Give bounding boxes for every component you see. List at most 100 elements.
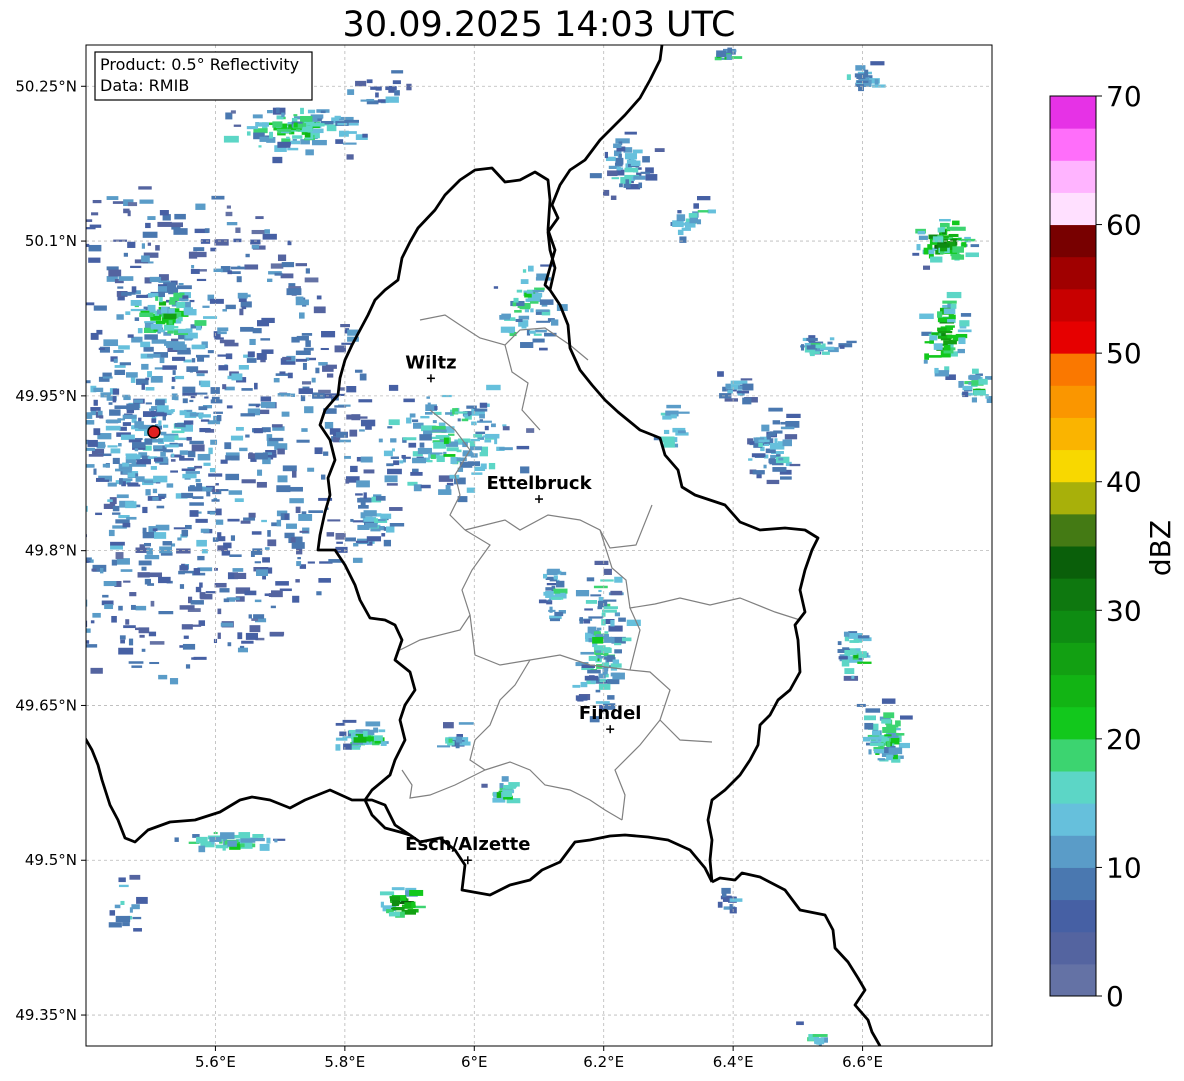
echo-cell — [350, 518, 354, 522]
echo-cell — [129, 874, 141, 880]
echo-cell — [103, 580, 117, 587]
echo-cell — [36, 494, 39, 496]
echo-cell — [112, 201, 124, 204]
echo-cell — [877, 758, 886, 761]
echo-cell — [119, 426, 127, 431]
echo-cell — [125, 372, 138, 378]
echo-cell — [139, 312, 154, 317]
echo-cell — [869, 736, 882, 740]
echo-cell — [32, 272, 44, 276]
echo-cell — [255, 216, 264, 220]
echo-cell — [264, 229, 270, 234]
echo-cell — [484, 439, 492, 443]
echo-cell — [380, 901, 384, 908]
echo-cell — [772, 467, 787, 472]
echo-cell — [24, 373, 38, 378]
colorbar-tick-label: 70 — [1106, 80, 1142, 113]
echo-cell — [130, 604, 136, 610]
lat-tick-label: 49.95°N — [15, 387, 77, 405]
echo-cell — [358, 399, 373, 403]
echo-cell — [19, 474, 29, 477]
echo-cell — [610, 620, 615, 627]
echo-cell — [69, 330, 72, 332]
echo-cell — [474, 466, 486, 471]
echo-cell — [508, 330, 515, 334]
echo-cell — [218, 536, 226, 542]
echo-cell — [120, 639, 126, 644]
echo-cell — [633, 175, 646, 180]
echo-cell — [81, 345, 86, 351]
echo-cell — [77, 368, 83, 371]
echo-cell — [108, 529, 115, 537]
colorbar-swatch — [1050, 513, 1096, 547]
echo-cell — [971, 397, 978, 403]
echo-cell — [602, 609, 617, 613]
echo-cell — [52, 317, 61, 321]
echo-cell — [536, 273, 547, 278]
echo-cell — [727, 390, 733, 394]
echo-cell — [660, 436, 675, 443]
echo-cell — [244, 843, 253, 849]
echo-cell — [114, 904, 121, 909]
echo-cell — [217, 327, 229, 332]
echo-cell — [250, 550, 255, 557]
echo-cell — [45, 498, 57, 502]
echo-cell — [520, 342, 534, 348]
echo-cell — [286, 288, 302, 296]
echo-cell — [69, 462, 78, 465]
echo-cell — [215, 519, 224, 525]
echo-cell — [267, 110, 273, 114]
echo-cell — [156, 505, 165, 509]
echo-cell — [147, 371, 153, 378]
echo-cell — [305, 268, 310, 274]
echo-cell — [343, 743, 352, 750]
echo-cell — [758, 439, 770, 443]
echo-cell — [181, 529, 189, 537]
colorbar-swatch — [1050, 321, 1096, 354]
echo-cell — [209, 468, 216, 473]
echo-cell — [484, 425, 489, 431]
echo-cell — [102, 376, 113, 379]
echo-cell — [260, 401, 276, 408]
echo-cell — [176, 285, 192, 290]
echo-cell — [200, 594, 213, 600]
echo-cell — [122, 414, 137, 419]
echo-cell — [515, 318, 523, 323]
echo-cell — [249, 625, 261, 633]
echo-cell — [46, 448, 54, 452]
echo-cell — [301, 381, 312, 385]
echo-cell — [133, 928, 142, 932]
colorbar-swatch — [1050, 224, 1096, 258]
echo-cell — [60, 427, 69, 430]
echo-cell — [75, 406, 81, 413]
echo-cell — [71, 586, 80, 592]
echo-cell — [35, 365, 48, 370]
echo-cell — [132, 442, 145, 448]
echo-cell — [624, 167, 639, 173]
echo-cell — [21, 326, 35, 329]
echo-cell — [267, 278, 273, 283]
echo-cell — [677, 229, 684, 236]
echo-cell — [2, 388, 9, 393]
echo-cell — [545, 587, 554, 591]
echo-cell — [471, 472, 483, 475]
echo-cell — [297, 557, 301, 560]
echo-cell — [392, 900, 399, 907]
echo-cell — [38, 514, 51, 521]
echo-cell — [849, 640, 859, 643]
echo-cell — [0, 319, 2, 324]
echo-cell — [241, 479, 256, 484]
echo-cell — [603, 568, 612, 575]
echo-cell — [261, 317, 275, 324]
echo-cell — [252, 114, 263, 119]
echo-cell — [763, 464, 767, 469]
echo-cell — [152, 496, 159, 501]
echo-cell — [160, 431, 167, 436]
echo-cell — [130, 299, 142, 306]
echo-cell — [78, 463, 86, 468]
echo-cell — [864, 715, 877, 721]
echo-cell — [335, 737, 348, 741]
echo-cell — [93, 399, 98, 406]
echo-cell — [21, 311, 28, 314]
echo-cell — [35, 270, 44, 272]
